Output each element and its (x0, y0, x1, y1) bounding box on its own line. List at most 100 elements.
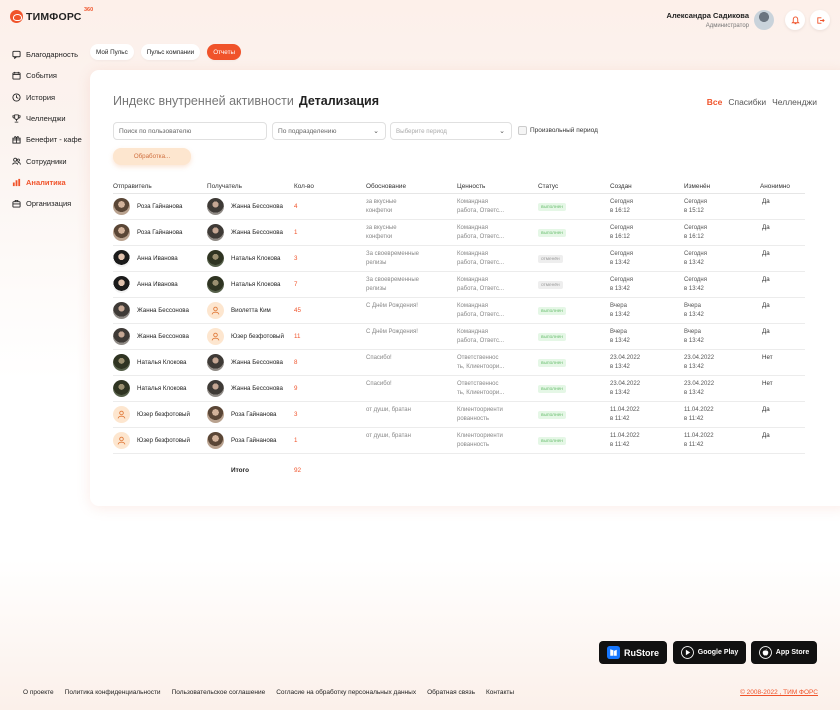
created-time: в 13:42 (610, 337, 630, 344)
sidebar-item-benefit-cafe[interactable]: Бенефит - кафе (12, 129, 82, 150)
footer-link-feedback[interactable]: Обратная связь (427, 689, 475, 696)
filter-thanks[interactable]: Спасибки (728, 97, 766, 107)
changed-day: 11.04.2022 (684, 407, 714, 413)
table-row[interactable]: Анна Иванова Наталья Клокова 3 За своевреме… (113, 246, 805, 272)
rustore-button[interactable]: RuStore (599, 641, 667, 664)
col-status[interactable]: Статус (538, 183, 558, 190)
notifications-button[interactable] (785, 10, 805, 30)
recipient-name[interactable]: Роза Гайнанова (231, 411, 277, 418)
table-row[interactable]: Роза Гайнанова Жанна Бессонова 4 за вкусные… (113, 194, 805, 220)
footer-link-about[interactable]: О проекте (23, 689, 54, 696)
period-select[interactable]: Выберите период ⌄ (390, 122, 512, 140)
anonymous-flag: Да (762, 276, 770, 283)
sender-name[interactable]: Роза Гайнанова (137, 229, 183, 236)
google-play-button[interactable]: Google Play (673, 641, 746, 664)
status-badge: выполнен (538, 411, 566, 419)
recipient-avatar (207, 406, 224, 423)
table-row[interactable]: Наталья Клокова Жанна Бессонова 9 Спасибо! О… (113, 376, 805, 402)
footer-link-terms[interactable]: Пользовательское соглашение (172, 689, 266, 696)
table-row[interactable]: Юзер безфотовый Роза Гайнанова 3 от души, б… (113, 402, 805, 428)
col-changed[interactable]: Изменён (684, 183, 710, 190)
recipient-name[interactable]: Юзер безфотовый (231, 333, 284, 340)
logo-mark-icon (10, 10, 23, 23)
reason: За своевременные релизы (366, 276, 419, 293)
processing-button[interactable]: Обработка... (113, 148, 191, 165)
sender-name[interactable]: Наталья Клокова (137, 359, 187, 366)
col-sender[interactable]: Отправитель (113, 183, 152, 190)
table-row[interactable]: Жанна Бессонова Юзер безфотовый 11 С Днём Р… (113, 324, 805, 350)
table-row[interactable]: Наталья Клокова Жанна Бессонова 8 Спасибо! О… (113, 350, 805, 376)
custom-period-label: Произвольный период (530, 127, 598, 134)
filter-challenges[interactable]: Челленджи (772, 97, 817, 107)
user-placeholder-icon (211, 306, 220, 315)
tab-reports[interactable]: Отчеты (207, 44, 241, 60)
recipient-avatar (207, 302, 224, 319)
value-line-2: рованность (457, 441, 489, 448)
recipient-name[interactable]: Жанна Бессонова (231, 203, 283, 210)
custom-period-checkbox[interactable] (518, 126, 527, 135)
reason-line-1: За своевременные (366, 277, 420, 283)
recipient-name[interactable]: Жанна Бессонова (231, 229, 283, 236)
quantity: 9 (294, 385, 298, 392)
footer-link-privacy[interactable]: Политика конфиденциальности (65, 689, 161, 696)
created-day: Сегодня (610, 199, 633, 205)
sidebar-item-gratitude[interactable]: Благодарность (12, 44, 82, 65)
sidebar-item-employees[interactable]: Сотрудники (12, 150, 82, 171)
sidebar-item-organization[interactable]: Организация (12, 193, 82, 214)
tab-company-pulse[interactable]: Пульс компании (140, 44, 201, 60)
filter-all[interactable]: Все (707, 97, 723, 107)
department-select[interactable]: По подразделению ⌄ (272, 122, 386, 140)
sidebar-item-events[interactable]: События (12, 65, 82, 86)
tab-my-pulse[interactable]: Мой Пульс (90, 44, 134, 60)
col-qty[interactable]: Кол-во (294, 183, 314, 190)
status-badge: выполнен (538, 229, 566, 237)
copyright[interactable]: © 2008-2022 , ТИМ ФОРС (740, 689, 818, 696)
sidebar-item-analytics[interactable]: Аналитика (12, 172, 82, 193)
sender-name[interactable]: Юзер безфотовый (137, 411, 190, 418)
value: Ответственнос ть, Клиентоори... (457, 380, 504, 397)
type-filter: Все Спасибки Челленджи (701, 97, 817, 107)
footer-link-contacts[interactable]: Контакты (486, 689, 514, 696)
anonymous-flag: Да (762, 198, 770, 205)
logout-button[interactable] (810, 10, 830, 30)
search-input[interactable]: Поиск по пользователю (113, 122, 267, 140)
app-store-button[interactable]: App Store (751, 641, 817, 664)
sender-avatar (113, 276, 130, 293)
table-row[interactable]: Юзер безфотовый Роза Гайнанова 1 от души, б… (113, 428, 805, 454)
value: Командная работа, Ответс... (457, 276, 504, 293)
quantity: 3 (294, 255, 298, 262)
col-anonymous[interactable]: Анонимно (760, 183, 790, 190)
recipient-name[interactable]: Наталья Клокова (231, 281, 281, 288)
col-recipient[interactable]: Получатель (207, 183, 242, 190)
table-row[interactable]: Роза Гайнанова Жанна Бессонова 1 за вкусные… (113, 220, 805, 246)
recipient-name[interactable]: Наталья Клокова (231, 255, 281, 262)
anonymous-flag: Нет (762, 354, 773, 361)
sidebar-item-challenges[interactable]: Челленджи (12, 108, 82, 129)
created-day: 23.04.2022 (610, 381, 641, 387)
recipient-name[interactable]: Роза Гайнанова (231, 437, 277, 444)
status-badge: выполнен (538, 203, 566, 211)
col-reason[interactable]: Обоснование (366, 183, 406, 190)
value: Командная работа, Ответс... (457, 328, 504, 345)
recipient-name[interactable]: Виолетта Ким (231, 307, 271, 314)
col-value[interactable]: Ценность (457, 183, 485, 190)
sender-name[interactable]: Роза Гайнанова (137, 203, 183, 210)
table-row[interactable]: Жанна Бессонова Виолетта Ким 45 С Днём Рожд… (113, 298, 805, 324)
sender-name[interactable]: Юзер безфотовый (137, 437, 190, 444)
sender-name[interactable]: Жанна Бессонова (137, 307, 189, 314)
created-day: 11.04.2022 (610, 407, 640, 413)
logo[interactable]: ТИМФОРС 360 (10, 7, 93, 23)
recipient-name[interactable]: Жанна Бессонова (231, 385, 283, 392)
avatar[interactable] (754, 10, 774, 30)
footer-link-consent[interactable]: Согласие на обработку персональных данны… (276, 689, 416, 696)
sender-name[interactable]: Анна Иванова (137, 281, 178, 288)
sender-name[interactable]: Наталья Клокова (137, 385, 187, 392)
sidebar-item-history[interactable]: История (12, 87, 82, 108)
sender-name[interactable]: Анна Иванова (137, 255, 178, 262)
table-row[interactable]: Анна Иванова Наталья Клокова 7 За своевреме… (113, 272, 805, 298)
recipient-name[interactable]: Жанна Бессонова (231, 359, 283, 366)
col-created[interactable]: Создан (610, 183, 632, 190)
user-name[interactable]: Александра Садикова (667, 11, 749, 20)
sender-avatar (113, 302, 130, 319)
sender-name[interactable]: Жанна Бессонова (137, 333, 189, 340)
